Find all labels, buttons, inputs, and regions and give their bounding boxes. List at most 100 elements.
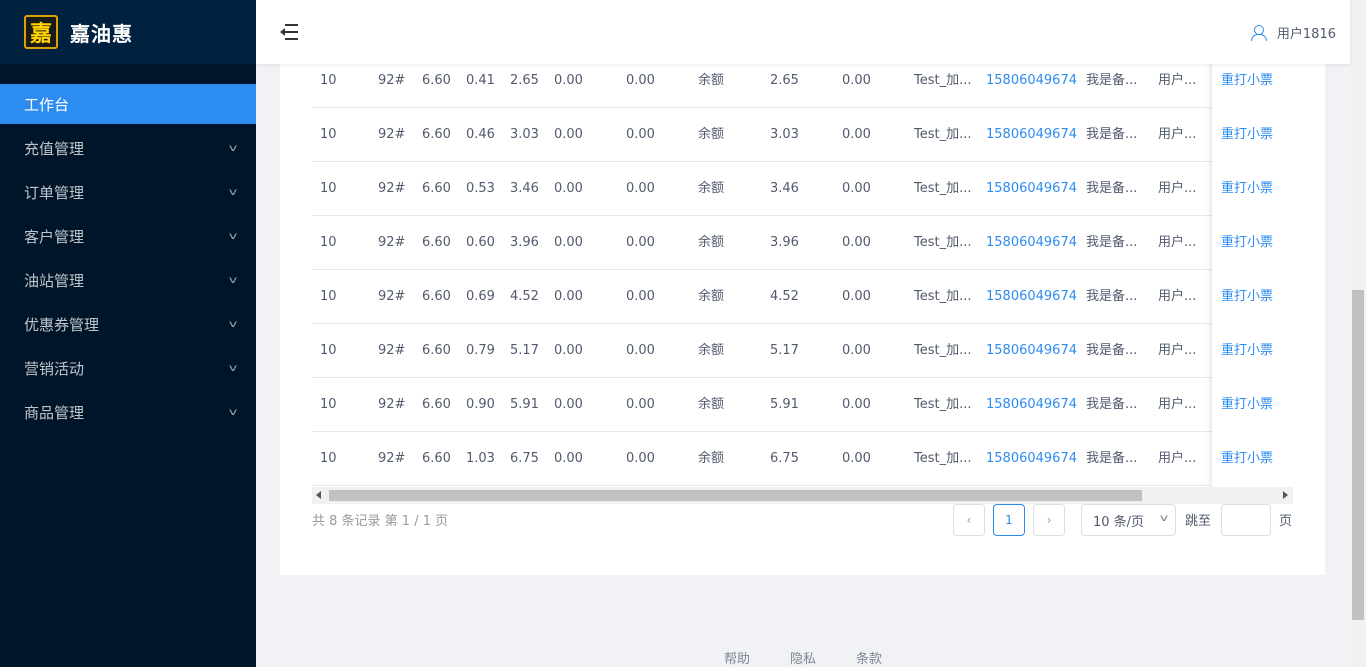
page-size-select[interactable]: 10 条/页 v — [1081, 504, 1176, 536]
reprint-link[interactable]: 重打小票 — [1221, 378, 1273, 432]
sidebar-item-label: 充值管理 — [24, 139, 85, 158]
menu-collapse-icon[interactable] — [280, 24, 298, 40]
coupon-cell: 0.00 — [554, 127, 583, 142]
next-page-button[interactable]: › — [1033, 504, 1065, 536]
footer-link-help[interactable]: 帮助 — [724, 648, 750, 667]
sidebar-item-customers[interactable]: 客户管理 v — [0, 216, 256, 256]
remark-cell: 我是备... — [1086, 397, 1138, 412]
pay-method-cell: 余额 — [698, 289, 725, 304]
horizontal-scrollbar-thumb[interactable] — [329, 490, 1142, 501]
scroll-right-icon[interactable] — [1283, 491, 1288, 499]
jump-page-input[interactable] — [1221, 504, 1271, 536]
discount-cell: 0.46 — [466, 127, 495, 142]
refund-cell: 0.00 — [842, 235, 871, 250]
footer-link-privacy[interactable]: 隐私 — [790, 648, 816, 667]
scroll-left-icon[interactable] — [316, 491, 321, 499]
reprint-link[interactable]: 重打小票 — [1221, 270, 1273, 324]
qty-cell: 10 — [320, 343, 337, 358]
sidebar-item-label: 客户管理 — [24, 227, 85, 246]
sidebar-item-stations[interactable]: 油站管理 v — [0, 260, 256, 300]
fuel-cell: 92# — [378, 289, 406, 304]
discount-cell: 0.53 — [466, 181, 495, 196]
logo[interactable]: 嘉 嘉油惠 — [0, 0, 256, 64]
sidebar-item-label: 优惠券管理 — [24, 315, 100, 334]
chevron-down-icon: v — [228, 406, 238, 418]
amount-cell: 6.75 — [510, 451, 539, 466]
sidebar-item-products[interactable]: 商品管理 v — [0, 392, 256, 432]
paid-cell: 5.17 — [770, 343, 799, 358]
table-row: 10 92# 6.60 0.69 4.52 0.00 0.00 余额 4.52 0.00 Test_… — [312, 270, 1293, 324]
points-cell: 0.00 — [626, 127, 655, 142]
price-cell: 6.60 — [422, 397, 451, 412]
points-cell: 0.00 — [626, 235, 655, 250]
sidebar-item-coupons[interactable]: 优惠券管理 v — [0, 304, 256, 344]
reprint-link[interactable]: 重打小票 — [1221, 162, 1273, 216]
reprint-link[interactable]: 重打小票 — [1221, 324, 1273, 378]
coupon-cell: 0.00 — [554, 181, 583, 196]
logo-icon: 嘉 — [24, 15, 58, 49]
reprint-link[interactable]: 重打小票 — [1221, 432, 1273, 486]
username: 用户1816 — [1276, 26, 1336, 42]
phone-cell[interactable]: 15806049674 — [986, 432, 1077, 486]
jump-label: 跳至 — [1185, 514, 1212, 529]
sidebar-item-orders[interactable]: 订单管理 v — [0, 172, 256, 212]
chevron-right-icon: › — [1046, 513, 1052, 527]
discount-cell: 0.90 — [466, 397, 495, 412]
reprint-link[interactable]: 重打小票 — [1221, 108, 1273, 162]
prev-page-button[interactable]: ‹ — [953, 504, 985, 536]
phone-cell[interactable]: 15806049674 — [986, 324, 1077, 378]
discount-cell: 0.79 — [466, 343, 495, 358]
price-cell: 6.60 — [422, 127, 451, 142]
phone-cell[interactable]: 15806049674 — [986, 378, 1077, 432]
price-cell: 6.60 — [422, 343, 451, 358]
sidebar-item-label: 订单管理 — [24, 183, 85, 202]
coupon-cell: 0.00 — [554, 451, 583, 466]
operator-cell: 用户... — [1158, 235, 1197, 250]
phone-cell[interactable]: 15806049674 — [986, 216, 1077, 270]
table-row: 10 92# 6.60 0.46 3.03 0.00 0.00 余额 3.03 0.00 Test_… — [312, 108, 1293, 162]
coupon-cell: 0.00 — [554, 235, 583, 250]
discount-cell: 0.69 — [466, 289, 495, 304]
sidebar-item-label: 商品管理 — [24, 403, 85, 422]
reprint-link[interactable]: 重打小票 — [1221, 54, 1273, 108]
page-size-value: 10 条/页 — [1093, 514, 1145, 530]
orders-table: 10 92# 6.60 0.41 2.65 0.00 0.00 余额 2.65 0.00 Test_… — [312, 54, 1293, 487]
phone-cell[interactable]: 15806049674 — [986, 162, 1077, 216]
operator-cell: 用户... — [1158, 127, 1197, 142]
footer-link-terms[interactable]: 条款 — [856, 648, 882, 667]
user-menu[interactable]: 用户1816 — [1250, 23, 1336, 42]
pagination-total: 共 8 条记录 第 1 / 1 页 — [312, 514, 449, 529]
chevron-down-icon: v — [228, 362, 238, 374]
coupon-cell: 0.00 — [554, 343, 583, 358]
phone-cell[interactable]: 15806049674 — [986, 270, 1077, 324]
station-cell: Test_加... — [914, 289, 972, 304]
amount-cell: 3.96 — [510, 235, 539, 250]
paid-cell: 4.52 — [770, 289, 799, 304]
refund-cell: 0.00 — [842, 343, 871, 358]
refund-cell: 0.00 — [842, 397, 871, 412]
price-cell: 6.60 — [422, 289, 451, 304]
chevron-down-icon: v — [228, 230, 238, 242]
sidebar-item-workbench[interactable]: 工作台 — [0, 84, 256, 124]
phone-cell[interactable]: 15806049674 — [986, 108, 1077, 162]
page-scrollbar-thumb[interactable] — [1352, 290, 1364, 620]
refund-cell: 0.00 — [842, 127, 871, 142]
qty-cell: 10 — [320, 397, 337, 412]
station-cell: Test_加... — [914, 127, 972, 142]
page-scrollbar[interactable] — [1350, 0, 1366, 667]
amount-cell: 3.46 — [510, 181, 539, 196]
sidebar-item-marketing[interactable]: 营销活动 v — [0, 348, 256, 388]
reprint-link[interactable]: 重打小票 — [1221, 216, 1273, 270]
qty-cell: 10 — [320, 451, 337, 466]
sidebar-item-recharge[interactable]: 充值管理 v — [0, 128, 256, 168]
pay-method-cell: 余额 — [698, 397, 725, 412]
page-button-current[interactable]: 1 — [993, 504, 1025, 536]
table-row: 10 92# 6.60 0.53 3.46 0.00 0.00 余额 3.46 0.00 Test_… — [312, 162, 1293, 216]
sidebar-item-label: 工作台 — [24, 95, 70, 114]
amount-cell: 5.91 — [510, 397, 539, 412]
pagination: 共 8 条记录 第 1 / 1 页 ‹ 1 › 10 条/页 v 跳至 页 — [312, 502, 1293, 542]
operator-cell: 用户... — [1158, 397, 1197, 412]
chevron-left-icon: ‹ — [966, 513, 972, 527]
points-cell: 0.00 — [626, 451, 655, 466]
refund-cell: 0.00 — [842, 181, 871, 196]
